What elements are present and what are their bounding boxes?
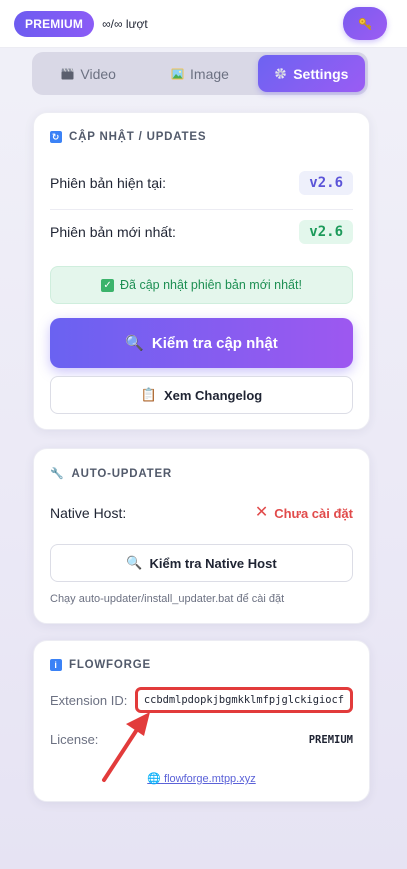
flowforge-title-text: FLOWFORGE	[69, 659, 151, 671]
native-host-label: Native Host:	[50, 505, 127, 521]
latest-version-row: Phiên bản mới nhất: v2.6	[50, 220, 353, 244]
flowforge-card: i FLOWFORGE Extension ID: ccbdmlpdopkjbg…	[33, 640, 370, 802]
main-tabs: Video Image Settings	[32, 52, 368, 95]
divider	[50, 209, 353, 210]
updates-title-text: CẬP NHẬT / UPDATES	[69, 131, 207, 143]
license-key-button[interactable]	[343, 7, 387, 40]
view-changelog-label: Xem Changelog	[163, 387, 263, 403]
key-icon	[358, 17, 372, 30]
tab-settings-label: Settings	[293, 65, 349, 82]
flowforge-card-title: i FLOWFORGE	[50, 659, 151, 671]
quota-text: ∞/∞ lượt	[102, 16, 148, 31]
tab-video-label: Video	[80, 65, 116, 82]
magnifier-icon: 🔍	[125, 335, 144, 352]
tab-video[interactable]: Video	[35, 55, 142, 92]
extension-id-label: Extension ID:	[50, 692, 128, 708]
tab-settings[interactable]: Settings	[257, 55, 365, 92]
install-hint: Chạy auto-updater/install_updater.bat để…	[50, 593, 285, 605]
image-icon	[171, 68, 184, 79]
auto-updater-title-text: AUTO-UPDATER	[71, 467, 173, 480]
check-native-host-button[interactable]: 🔍 Kiểm tra Native Host	[50, 544, 353, 582]
license-row: License: PREMIUM	[50, 732, 353, 747]
wrench-icon: 🔧	[50, 468, 65, 480]
auto-updater-card: 🔧 AUTO-UPDATER Native Host: ✕ Chưa cài đ…	[33, 448, 370, 624]
top-bar: PREMIUM ∞/∞ lượt	[0, 0, 407, 48]
refresh-icon: ↻	[50, 131, 62, 143]
premium-badge: PREMIUM	[14, 10, 95, 37]
update-status-text: Đã cập nhật phiên bản mới nhất!	[120, 278, 302, 292]
native-host-status: ✕ Chưa cài đặt	[255, 505, 353, 521]
flowforge-link-text: flowforge.mtpp.xyz	[164, 773, 256, 785]
tab-image[interactable]: Image	[146, 55, 253, 92]
updates-card: ↻ CẬP NHẬT / UPDATES Phiên bản hiện tại:…	[33, 112, 370, 430]
check-icon: ✓	[101, 278, 115, 292]
check-native-host-label: Kiểm tra Native Host	[149, 555, 277, 571]
latest-version-label: Phiên bản mới nhất:	[50, 224, 176, 240]
tab-image-label: Image	[190, 65, 229, 82]
clapper-icon	[61, 67, 74, 79]
globe-icon: 🌐	[147, 773, 161, 785]
magnifier-icon: 🔍	[126, 555, 143, 570]
flowforge-link[interactable]: 🌐 flowforge.mtpp.xyz	[34, 772, 369, 785]
native-host-row: Native Host: ✕ Chưa cài đặt	[50, 505, 353, 522]
license-value: PREMIUM	[308, 733, 353, 746]
extension-id-row: Extension ID: ccbdmlpdopkjbgmkklmfpjglck…	[50, 687, 353, 713]
extension-id-value[interactable]: ccbdmlpdopkjbgmkklmfpjglckigiocf	[134, 687, 353, 713]
license-label: License:	[50, 732, 99, 747]
native-host-status-text: Chưa cài đặt	[274, 505, 353, 521]
update-status-message: ✓ Đã cập nhật phiên bản mới nhất!	[50, 266, 353, 304]
current-version-value: v2.6	[299, 171, 353, 195]
current-version-label: Phiên bản hiện tại:	[50, 175, 166, 191]
clipboard-icon: 📋	[140, 387, 157, 402]
current-version-row: Phiên bản hiện tại: v2.6	[50, 171, 353, 195]
check-update-label: Kiểm tra cập nhật	[151, 334, 278, 352]
info-icon: i	[50, 659, 62, 671]
auto-updater-card-title: 🔧 AUTO-UPDATER	[50, 467, 173, 481]
gear-icon	[275, 68, 286, 79]
view-changelog-button[interactable]: 📋 Xem Changelog	[50, 376, 353, 414]
latest-version-value: v2.6	[299, 220, 353, 244]
check-update-button[interactable]: 🔍 Kiểm tra cập nhật	[50, 318, 353, 368]
updates-card-title: ↻ CẬP NHẬT / UPDATES	[50, 131, 206, 143]
cross-icon: ✕	[254, 504, 269, 521]
